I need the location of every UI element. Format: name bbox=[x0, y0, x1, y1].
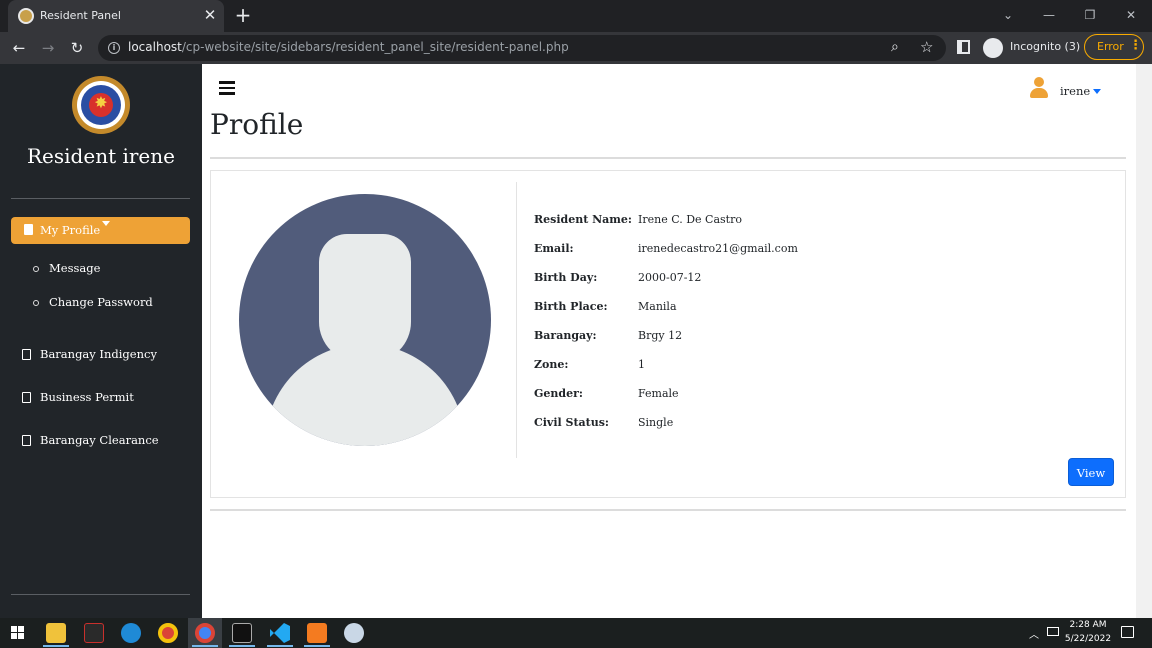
windows-taskbar: ︿ 2:28 AM 5/22/2022 bbox=[0, 618, 1152, 648]
address-bar[interactable]: i localhost/cp-website/site/sidebars/res… bbox=[98, 35, 946, 61]
field-value: Brgy 12 bbox=[638, 329, 683, 342]
sidebar-title: Resident irene bbox=[27, 144, 175, 168]
sidebar-item-label: Message bbox=[49, 261, 101, 275]
sidebar-item-label: Barangay Clearance bbox=[40, 433, 159, 447]
barangay-seal-logo: ✸ bbox=[72, 76, 130, 134]
running-indicator bbox=[229, 645, 255, 647]
profile-card: Resident Name: Irene C. De Castro Email:… bbox=[210, 170, 1126, 498]
app-icon[interactable] bbox=[344, 623, 364, 643]
clock-time[interactable]: 2:28 AM bbox=[1064, 620, 1112, 630]
error-button[interactable]: Error ⋮ bbox=[1084, 34, 1144, 60]
sidebar-item-label: Business Permit bbox=[40, 390, 134, 404]
browser-toolbar: ← → ↻ i localhost/cp-website/site/sideba… bbox=[0, 32, 1152, 64]
sidebar-item-label: Change Password bbox=[49, 295, 153, 309]
tab-search-icon[interactable]: ⌄ bbox=[995, 4, 1021, 26]
circle-bullet-icon bbox=[33, 300, 39, 306]
running-indicator bbox=[267, 645, 293, 647]
view-button[interactable]: View bbox=[1068, 458, 1114, 486]
tray-chevron-up-icon[interactable]: ︿ bbox=[1029, 626, 1039, 641]
divider bbox=[210, 157, 1126, 159]
field-label: Resident Name: bbox=[534, 213, 632, 226]
tab-title: Resident Panel bbox=[40, 9, 121, 22]
notification-icon[interactable] bbox=[1121, 626, 1134, 638]
user-icon[interactable] bbox=[1029, 77, 1049, 99]
xampp-icon[interactable] bbox=[307, 623, 327, 643]
incognito-label[interactable]: Incognito (3) bbox=[1010, 40, 1080, 53]
field-label: Birth Place: bbox=[534, 300, 608, 313]
reload-icon[interactable]: ↻ bbox=[66, 37, 88, 59]
tab-close-icon[interactable]: ✕ bbox=[201, 6, 219, 24]
windows-start-icon[interactable] bbox=[11, 626, 25, 640]
new-tab-button[interactable]: + bbox=[232, 5, 254, 27]
url-path: /cp-website/site/sidebars/resident_panel… bbox=[181, 40, 569, 54]
menu-dots-icon: ⋮ bbox=[1129, 38, 1142, 53]
running-indicator bbox=[43, 645, 69, 647]
sidebar: ✸ Resident irene My Profile Message Chan… bbox=[0, 64, 202, 618]
file-explorer-icon[interactable] bbox=[46, 623, 66, 643]
field-value: Female bbox=[638, 387, 679, 400]
field-label: Gender: bbox=[534, 387, 583, 400]
site-favicon-icon bbox=[18, 8, 34, 24]
browser-tab[interactable]: Resident Panel ✕ bbox=[8, 0, 224, 32]
card-divider bbox=[516, 182, 517, 458]
field-label: Birth Day: bbox=[534, 271, 598, 284]
field-value: Manila bbox=[638, 300, 677, 313]
running-indicator bbox=[192, 645, 218, 647]
main-content: irene Profile Resident Name: Irene C. De… bbox=[202, 64, 1136, 618]
field-label: Email: bbox=[534, 242, 574, 255]
field-value: Irene C. De Castro bbox=[638, 213, 742, 226]
sidebar-divider bbox=[11, 594, 190, 595]
document-icon bbox=[22, 435, 31, 446]
clock-date[interactable]: 5/22/2022 bbox=[1064, 634, 1112, 644]
url-host: localhost bbox=[128, 40, 182, 54]
page-title: Profile bbox=[210, 108, 304, 141]
page-scrollbar[interactable] bbox=[1136, 64, 1152, 618]
bookmark-star-icon[interactable]: ☆ bbox=[920, 38, 933, 56]
side-panel-icon[interactable] bbox=[957, 40, 970, 54]
back-arrow-icon[interactable]: ← bbox=[8, 37, 30, 59]
edge-browser-icon[interactable] bbox=[121, 623, 141, 643]
circle-bullet-icon bbox=[33, 266, 39, 272]
field-value: irenedecastro21@gmail.com bbox=[638, 242, 798, 255]
sidebar-divider bbox=[11, 198, 190, 199]
hamburger-menu-icon[interactable] bbox=[219, 81, 235, 95]
document-icon bbox=[22, 349, 31, 360]
vscode-icon[interactable] bbox=[270, 623, 290, 643]
incognito-icon[interactable] bbox=[983, 38, 1003, 58]
network-icon[interactable] bbox=[1047, 627, 1059, 636]
field-label: Civil Status: bbox=[534, 416, 609, 429]
terminal-icon[interactable] bbox=[232, 623, 252, 643]
id-card-icon bbox=[24, 224, 33, 235]
seal-star-icon: ✸ bbox=[94, 93, 108, 112]
caret-down-icon[interactable] bbox=[1093, 89, 1101, 94]
chrome-icon[interactable] bbox=[158, 623, 178, 643]
zoom-icon[interactable]: ⌕ bbox=[891, 39, 899, 55]
field-value: 1 bbox=[638, 358, 645, 371]
my-profile-label: My Profile bbox=[40, 223, 101, 237]
field-label: Barangay: bbox=[534, 329, 597, 342]
game-app-icon[interactable] bbox=[84, 623, 104, 643]
running-indicator bbox=[304, 645, 330, 647]
caret-down-icon bbox=[102, 221, 110, 226]
sidebar-item-label: Barangay Indigency bbox=[40, 347, 157, 361]
profile-avatar bbox=[239, 194, 491, 446]
field-value: Single bbox=[638, 416, 674, 429]
browser-tab-bar: Resident Panel ✕ + ⌄ — ❐ ✕ bbox=[0, 0, 1152, 32]
url-text[interactable]: localhost/cp-website/site/sidebars/resid… bbox=[128, 40, 569, 54]
field-value: 2000-07-12 bbox=[638, 271, 702, 284]
close-window-button[interactable]: ✕ bbox=[1118, 4, 1144, 26]
maximize-button[interactable]: ❐ bbox=[1077, 4, 1103, 26]
divider bbox=[210, 509, 1126, 511]
minimize-button[interactable]: — bbox=[1036, 4, 1062, 26]
document-icon bbox=[22, 392, 31, 403]
forward-arrow-icon[interactable]: → bbox=[37, 37, 59, 59]
field-label: Zone: bbox=[534, 358, 569, 371]
site-info-icon[interactable]: i bbox=[108, 42, 120, 54]
chrome-incognito-icon[interactable] bbox=[195, 623, 215, 643]
avatar-head bbox=[319, 234, 411, 362]
user-menu-name[interactable]: irene bbox=[1060, 84, 1090, 98]
my-profile-button[interactable]: My Profile bbox=[11, 217, 190, 244]
error-label: Error bbox=[1097, 40, 1124, 53]
